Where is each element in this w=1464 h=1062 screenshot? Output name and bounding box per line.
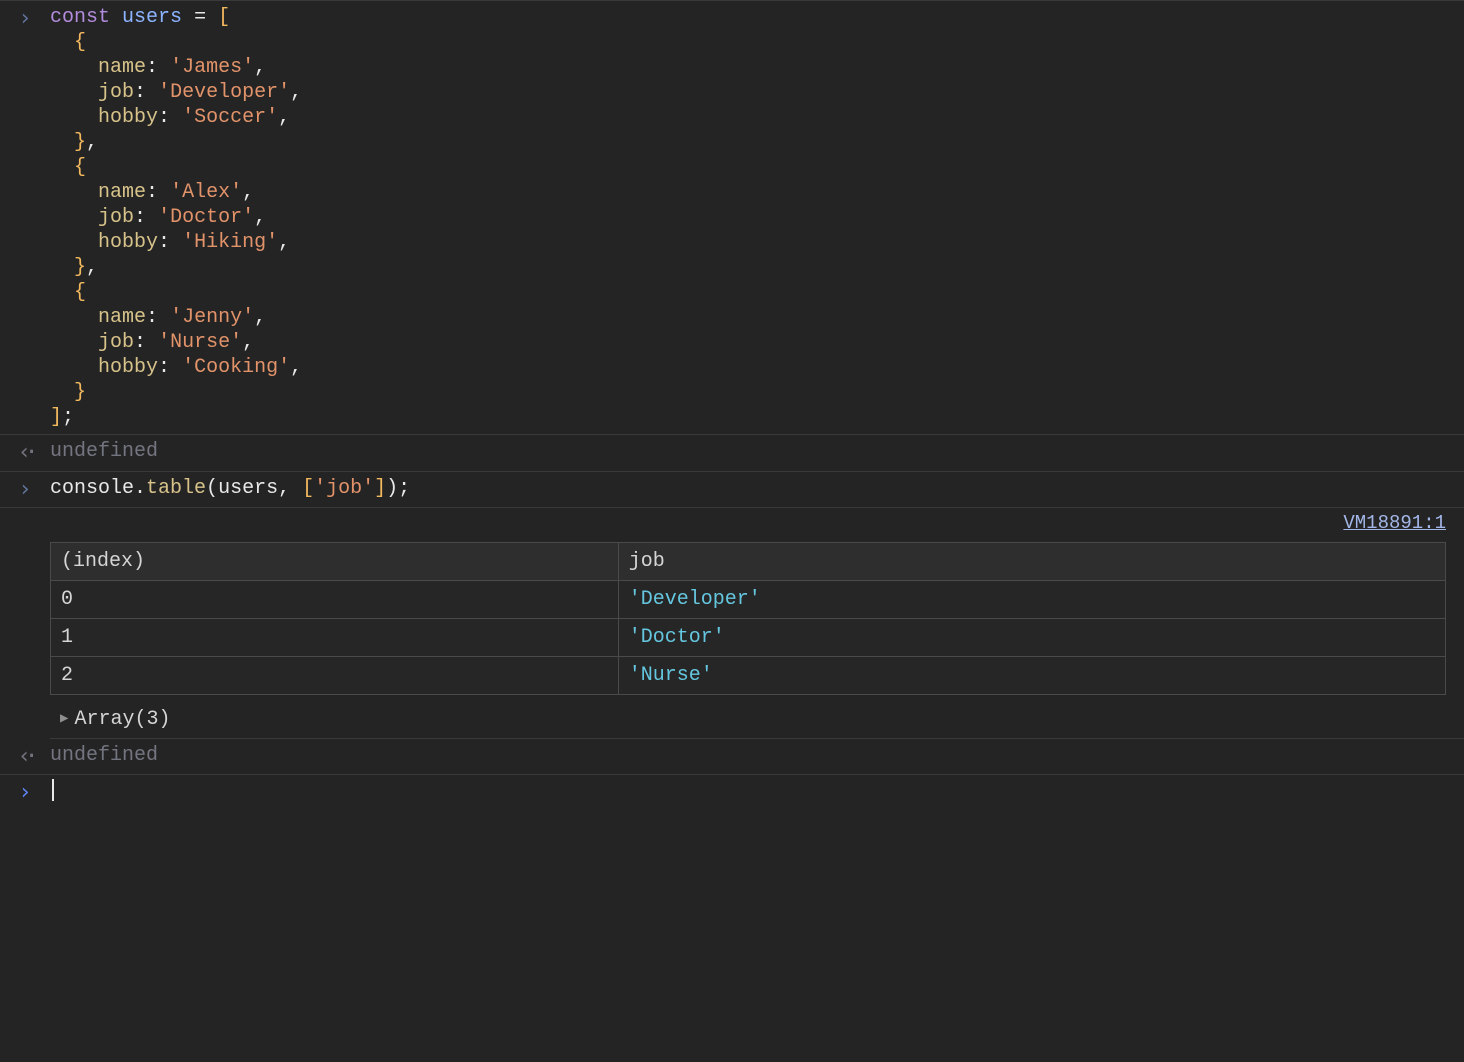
console-active-prompt[interactable] [0,775,1464,811]
code-block[interactable]: console.table(users, ['job']); [50,476,1464,504]
token-brace: { [74,31,86,54]
token-string: 'Jenny' [170,306,254,329]
token-string: 'Hiking' [182,231,278,254]
token-brace: { [74,156,86,179]
input-prompt-icon [0,5,50,430]
data-table: (index) job 0 'Developer' 1 'Doctor' 2 '… [50,542,1446,695]
table-cell-value: 'Nurse' [618,656,1445,694]
token-object: console [50,477,134,500]
token-key: hobby [98,356,158,379]
token-bracket: [ [218,6,230,29]
output-icon [0,743,50,771]
token-string: 'James' [170,56,254,79]
console-table-entry: VM18891:1 (index) job 0 'Developer' 1 'D… [0,508,1464,739]
console-output-entry: undefined [0,435,1464,472]
table-header-cell[interactable]: job [618,542,1445,580]
token-key: job [98,81,134,104]
data-table-wrapper: (index) job 0 'Developer' 1 'Doctor' 2 '… [50,536,1446,701]
input-prompt-icon [0,476,50,504]
table-cell-index: 1 [51,618,619,656]
token-key: name [98,56,146,79]
console-input[interactable] [50,779,1464,807]
code-block[interactable]: const users = [ { name: 'James', job: 'D… [50,5,1464,430]
token-brace: { [74,281,86,304]
table-header-row: (index) job [51,542,1446,580]
token-key: hobby [98,106,158,129]
token-bracket: ] [50,406,62,429]
table-row: 0 'Developer' [51,580,1446,618]
token-brace: } [74,131,86,154]
token-string: 'job' [314,477,374,500]
token-key: name [98,306,146,329]
output-icon [0,439,50,467]
token-key: job [98,206,134,229]
token-key: name [98,181,146,204]
table-source-row: VM18891:1 [50,512,1464,536]
token-string: 'Alex' [170,181,242,204]
output-value: undefined [50,439,1464,467]
table-header-cell[interactable]: (index) [51,542,619,580]
table-row: 1 'Doctor' [51,618,1446,656]
table-cell-index: 0 [51,580,619,618]
token-string: 'Cooking' [182,356,290,379]
table-cell-value: 'Doctor' [618,618,1445,656]
token-variable: users [122,6,182,29]
token-brace: } [74,256,86,279]
console-output-entry: undefined [0,739,1464,776]
undefined-value: undefined [50,744,158,767]
token-keyword: const [50,6,110,29]
token-operator: = [194,6,206,29]
table-row: 2 'Nurse' [51,656,1446,694]
token-string: 'Developer' [158,81,290,104]
input-prompt-icon [0,779,50,807]
token-key: hobby [98,231,158,254]
expand-triangle-icon[interactable]: ▶ [60,711,68,729]
token-string: 'Nurse' [158,331,242,354]
source-link[interactable]: VM18891:1 [1343,512,1446,536]
token-method: table [146,477,206,500]
console-input-entry: console.table(users, ['job']); [0,472,1464,509]
undefined-value: undefined [50,440,158,463]
token-string: 'Doctor' [158,206,254,229]
table-cell-index: 2 [51,656,619,694]
token-brace: } [74,381,86,404]
array-summary[interactable]: ▶ Array(3) [50,701,1464,739]
console-input-entry: const users = [ { name: 'James', job: 'D… [0,1,1464,435]
token-string: 'Soccer' [182,106,278,129]
blank-gutter [0,512,50,536]
text-cursor [52,779,54,801]
token-key: job [98,331,134,354]
output-value: undefined [50,743,1464,771]
array-summary-label: Array(3) [74,707,170,732]
token-variable: users [218,477,278,500]
table-cell-value: 'Developer' [618,580,1445,618]
